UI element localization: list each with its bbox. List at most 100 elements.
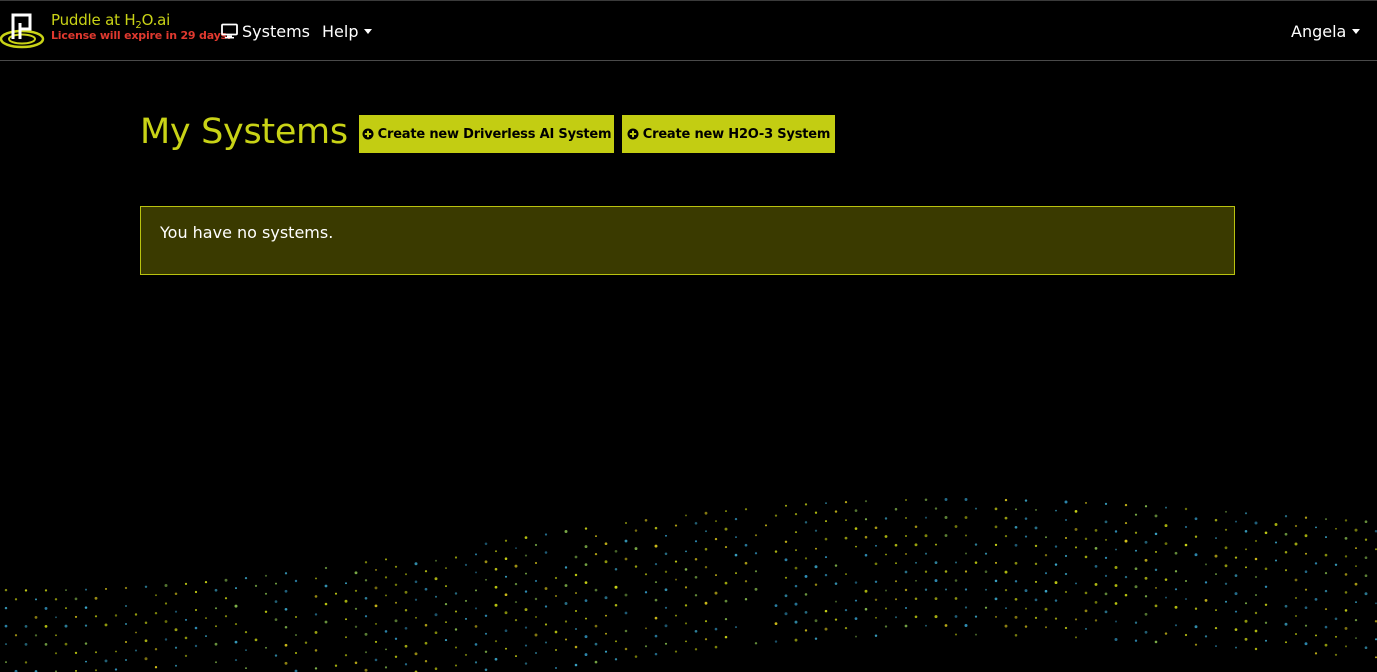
nav-help-dropdown[interactable]: Help [322, 20, 373, 42]
wave-dot [194, 590, 198, 594]
wave-dot [744, 597, 748, 601]
wave-dot [1174, 605, 1178, 609]
wave-dot [694, 648, 698, 651]
wave-dot [975, 633, 977, 636]
wave-dot [615, 640, 617, 643]
wave-dot [1024, 625, 1028, 628]
wave-dot [1344, 519, 1348, 522]
wave-dot [734, 626, 738, 629]
wave-dot [674, 560, 678, 563]
wave-dot [404, 644, 408, 648]
wave-dot [24, 625, 28, 628]
wave-dot [885, 607, 887, 610]
wave-dot [704, 565, 708, 569]
wave-dot [814, 619, 818, 623]
wave-dot [1224, 546, 1228, 550]
wave-dot [614, 604, 618, 607]
wave-dot [744, 508, 748, 511]
wave-dot [85, 660, 87, 663]
create-driverless-ai-button[interactable]: Create new Driverless AI System [359, 115, 614, 153]
wave-dot [1364, 646, 1368, 650]
wave-dot [34, 616, 38, 619]
wave-dot [1104, 556, 1108, 560]
user-menu-dropdown[interactable]: Angela [1291, 20, 1361, 42]
wave-dot [1004, 516, 1008, 520]
wave-dot [724, 581, 728, 585]
wave-dot [324, 602, 328, 606]
wave-dot [575, 610, 577, 612]
wave-dot [244, 576, 248, 580]
wave-dot [385, 558, 387, 561]
plus-circle-icon [362, 128, 374, 140]
wave-dot [65, 589, 67, 592]
wave-dot [1094, 582, 1098, 586]
wave-dot [94, 596, 98, 600]
wave-dot [935, 543, 937, 546]
wave-dot [445, 567, 447, 570]
empty-systems-message: You have no systems. [160, 223, 334, 242]
wave-dot [985, 588, 987, 591]
wave-dot [735, 572, 737, 575]
wave-dot [1354, 582, 1358, 586]
wave-dot [234, 640, 238, 644]
wave-dot [754, 642, 758, 645]
wave-dot [1325, 536, 1327, 539]
wave-dot [554, 576, 558, 580]
wave-dot [74, 615, 78, 618]
wave-dot [1104, 502, 1108, 506]
wave-dot [794, 602, 798, 606]
wave-dot [464, 653, 468, 656]
nav-systems-link[interactable]: Systems [221, 20, 310, 42]
wave-dot [124, 604, 128, 608]
wave-dot [1265, 639, 1267, 642]
wave-dot [824, 573, 828, 577]
wave-dot [574, 573, 578, 577]
wave-dot [624, 539, 628, 543]
wave-dot [484, 668, 488, 672]
wave-dot [1124, 503, 1128, 507]
wave-dot [1114, 530, 1118, 533]
wave-dot [524, 608, 528, 612]
wave-dot [1254, 521, 1258, 525]
wave-dot [644, 591, 648, 594]
wave-dot [1014, 634, 1018, 637]
wave-dot [964, 588, 968, 591]
create-h2o3-button[interactable]: Create new H2O-3 System [622, 115, 835, 153]
wave-dot [1174, 624, 1178, 627]
wave-dot [474, 643, 478, 646]
wave-dot [895, 562, 897, 565]
wave-dot [914, 543, 918, 547]
wave-dot [924, 588, 928, 591]
wave-dot [1054, 617, 1058, 620]
wave-dot [994, 543, 998, 547]
wave-dot [1084, 537, 1088, 541]
wave-dot [624, 629, 628, 633]
wave-dot [1315, 634, 1317, 637]
wave-dot [284, 589, 288, 593]
wave-dot [474, 607, 478, 610]
wave-dot [994, 579, 998, 583]
wave-dot [1114, 584, 1118, 587]
wave-dot [654, 526, 658, 530]
wave-dot [684, 568, 688, 571]
wave-dot [885, 589, 887, 592]
wave-dot [924, 534, 928, 538]
wave-dot [275, 582, 277, 585]
wave-dot [905, 517, 907, 519]
wave-dot [95, 651, 97, 654]
wave-dot [1045, 536, 1047, 539]
wave-dot [544, 587, 548, 590]
wave-dot [1244, 619, 1248, 623]
wave-dot [1094, 547, 1098, 550]
wave-dot [1004, 624, 1008, 628]
wave-dot [584, 581, 588, 584]
wave-dot [565, 638, 567, 641]
wave-dot [535, 562, 537, 564]
wave-dot [795, 549, 797, 552]
wave-dot [124, 586, 128, 590]
wave-dot [754, 570, 758, 573]
wave-dot [1364, 592, 1368, 596]
wave-dot [524, 590, 528, 593]
wave-dot [205, 617, 207, 620]
wave-dot [704, 547, 708, 551]
